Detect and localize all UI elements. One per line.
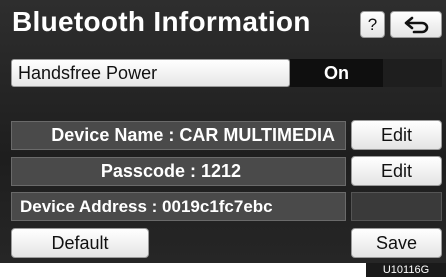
help-button[interactable]: ? bbox=[360, 11, 385, 38]
default-button[interactable]: Default bbox=[11, 228, 149, 258]
back-arrow-icon bbox=[404, 16, 429, 34]
edit-device-name-button[interactable]: Edit bbox=[351, 120, 442, 150]
passcode-field: Passcode : 1212 bbox=[11, 157, 346, 186]
figure-code-label: U10116G bbox=[366, 263, 446, 277]
handsfree-off-button[interactable] bbox=[383, 59, 442, 87]
address-blank-slot bbox=[351, 192, 442, 221]
back-button[interactable] bbox=[390, 11, 442, 38]
edit-passcode-button[interactable]: Edit bbox=[351, 156, 442, 186]
handsfree-power-label: Handsfree Power bbox=[11, 59, 290, 87]
handsfree-on-button[interactable]: On bbox=[290, 59, 383, 87]
bluetooth-information-screen: Bluetooth Information ? Handsfree Power … bbox=[0, 0, 446, 263]
page-title: Bluetooth Information bbox=[12, 6, 311, 37]
device-name-field: Device Name : CAR MULTIMEDIA bbox=[11, 121, 346, 150]
save-button[interactable]: Save bbox=[351, 228, 442, 258]
device-address-field: Device Address : 0019c1fc7ebc bbox=[11, 192, 346, 221]
